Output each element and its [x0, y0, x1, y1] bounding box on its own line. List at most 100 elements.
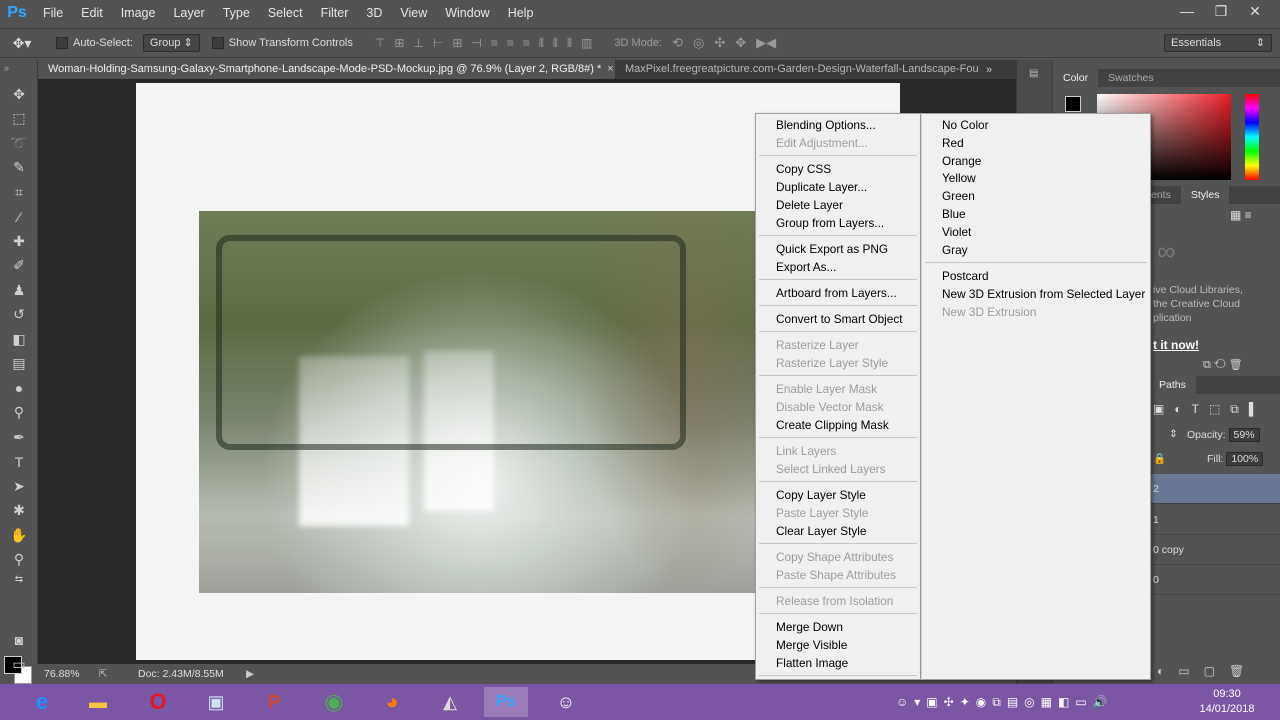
menu-item-no-color[interactable]: No Color: [942, 116, 989, 134]
internet-explorer-icon[interactable]: e: [20, 687, 64, 717]
adjustment-layer-icon[interactable]: ◐: [1157, 664, 1164, 678]
restore-icon[interactable]: ❐: [1204, 0, 1238, 22]
collapsed-panel-icon[interactable]: ▤: [1017, 60, 1052, 87]
tab-waterfall-document[interactable]: MaxPixel.freegreatpicture.com-Garden-Des…: [615, 60, 980, 79]
3d-scale-icon[interactable]: ▶◀: [756, 35, 776, 51]
swap-colors-icon[interactable]: ⇆: [0, 572, 38, 586]
tab-mockup-document[interactable]: Woman-Holding-Samsung-Galaxy-Smartphone-…: [38, 60, 615, 79]
menu-item-artboard-from-layers[interactable]: Artboard from Layers...: [776, 284, 897, 302]
tray-app-icon[interactable]: ◧: [1058, 695, 1069, 709]
menu-filter[interactable]: Filter: [312, 0, 358, 26]
gradient-tool-icon[interactable]: ▤: [0, 352, 38, 377]
align-bottom-icon[interactable]: ⊥: [413, 36, 423, 51]
chrome-icon[interactable]: ◉: [312, 687, 356, 717]
discord-icon[interactable]: ☺: [544, 687, 588, 717]
tray-wifi-icon[interactable]: ▾: [914, 695, 920, 709]
menu-item-yellow[interactable]: Yellow: [942, 169, 976, 187]
menu-item-quick-export-png[interactable]: Quick Export as PNG: [776, 240, 888, 258]
tab-paths[interactable]: Paths: [1149, 376, 1196, 394]
menu-item-create-clipping-mask[interactable]: Create Clipping Mask: [776, 416, 889, 434]
menu-edit[interactable]: Edit: [72, 0, 112, 26]
menu-layer[interactable]: Layer: [164, 0, 213, 26]
export-icon[interactable]: ⇱: [88, 668, 118, 680]
tray-volume-icon[interactable]: 🔊: [1093, 695, 1108, 709]
filter-smart-object-icon[interactable]: ⧉: [1230, 402, 1239, 417]
move-tool-preset-icon[interactable]: ✥▾: [0, 35, 44, 52]
distribute-bottom-icon[interactable]: ≡: [523, 36, 530, 51]
show-transform-checkbox[interactable]: [211, 37, 224, 49]
3d-orbit-icon[interactable]: ⟲: [672, 35, 683, 51]
distribute-left-icon[interactable]: ⫴: [539, 36, 544, 51]
zoom-tool-icon[interactable]: ⚲: [0, 548, 38, 573]
menu-item-convert-smart-object[interactable]: Convert to Smart Object: [776, 310, 903, 328]
menu-type[interactable]: Type: [214, 0, 259, 26]
menu-item-postcard[interactable]: Postcard: [942, 267, 989, 285]
tray-discord-icon[interactable]: ☺: [896, 695, 908, 709]
filter-type-icon[interactable]: T: [1192, 402, 1199, 417]
tab-color[interactable]: Color: [1053, 69, 1099, 87]
menu-item-group-from-layers[interactable]: Group from Layers...: [776, 214, 884, 232]
menu-image[interactable]: Image: [112, 0, 165, 26]
lasso-tool-icon[interactable]: ➰: [0, 131, 38, 156]
move-tool-icon[interactable]: ✥: [0, 82, 38, 107]
menu-item-violet[interactable]: Violet: [942, 223, 971, 241]
layer-row[interactable]: 0 copy: [1147, 535, 1280, 565]
file-explorer-icon[interactable]: ▬: [76, 687, 120, 717]
crop-tool-icon[interactable]: ⌗: [0, 180, 38, 205]
menu-window[interactable]: Window: [436, 0, 498, 26]
3d-pan-icon[interactable]: ✣: [714, 35, 725, 51]
new-group-icon[interactable]: ▭: [1178, 664, 1189, 678]
library-actions-icon[interactable]: ⧉ ⟲ 🗑: [1203, 358, 1243, 372]
3d-slide-icon[interactable]: ✥: [735, 35, 746, 51]
screen-mode-icon[interactable]: ▭: [0, 652, 38, 677]
pen-tool-icon[interactable]: ✒: [0, 425, 38, 450]
menu-item-new-3d-extrusion-selected[interactable]: New 3D Extrusion from Selected Layer: [942, 285, 1145, 303]
history-brush-tool-icon[interactable]: ↺: [0, 303, 38, 328]
filter-toggle-icon[interactable]: ▌: [1249, 402, 1258, 417]
auto-select-dropdown[interactable]: Group ⇕: [142, 34, 200, 52]
fill-control[interactable]: Fill: 100%: [1207, 452, 1264, 466]
photoshop-taskbar-icon[interactable]: Ps: [484, 687, 528, 717]
align-right-icon[interactable]: ⊣: [471, 36, 481, 51]
opacity-value[interactable]: 59%: [1228, 428, 1260, 442]
tab-styles[interactable]: Styles: [1180, 186, 1230, 204]
layer-row[interactable]: 1: [1147, 505, 1280, 535]
tray-chrome-icon[interactable]: ◉: [976, 695, 986, 709]
marquee-tool-icon[interactable]: ⬚: [0, 107, 38, 132]
quick-select-tool-icon[interactable]: ✎: [0, 156, 38, 181]
menu-file[interactable]: File: [34, 0, 72, 26]
menu-item-copy-layer-style[interactable]: Copy Layer Style: [776, 486, 866, 504]
align-left-icon[interactable]: ⊢: [433, 36, 443, 51]
tray-app-icon[interactable]: ✣: [944, 695, 954, 709]
eyedropper-tool-icon[interactable]: ⁄: [0, 205, 38, 230]
menu-item-green[interactable]: Green: [942, 187, 975, 205]
menu-3d[interactable]: 3D: [357, 0, 391, 26]
quick-mask-icon[interactable]: ◙: [0, 628, 38, 653]
3d-roll-icon[interactable]: ◎: [693, 35, 704, 51]
align-vcenter-icon[interactable]: ⊞: [394, 36, 404, 51]
close-icon[interactable]: ✕: [1238, 0, 1272, 22]
tab-overflow-icon[interactable]: »: [980, 64, 998, 76]
fill-value[interactable]: 100%: [1226, 452, 1264, 466]
custom-shape-tool-icon[interactable]: ✱: [0, 499, 38, 524]
menu-help[interactable]: Help: [499, 0, 543, 26]
panel-collapse-icon[interactable]: »: [0, 60, 37, 82]
grid-view-icon[interactable]: ▦ ≡: [1230, 208, 1252, 222]
healing-brush-tool-icon[interactable]: ✚: [0, 229, 38, 254]
eraser-tool-icon[interactable]: ◧: [0, 327, 38, 352]
dodge-tool-icon[interactable]: ⚲: [0, 401, 38, 426]
align-hcenter-icon[interactable]: ⊞: [452, 36, 462, 51]
menu-item-flatten-image[interactable]: Flatten Image: [776, 654, 848, 672]
tab-close-icon[interactable]: ×: [607, 63, 613, 75]
tray-app-icon[interactable]: ✦: [960, 695, 970, 709]
remote-desktop-icon[interactable]: ▣: [194, 687, 238, 717]
opacity-control[interactable]: Opacity: 59%: [1187, 428, 1260, 442]
hand-tool-icon[interactable]: ✋: [0, 523, 38, 548]
opera-icon[interactable]: O: [136, 687, 180, 717]
layer-row[interactable]: 2: [1147, 474, 1280, 504]
tab-swatches[interactable]: Swatches: [1098, 69, 1164, 87]
firefox-icon[interactable]: ◕: [370, 687, 414, 717]
menu-item-delete-layer[interactable]: Delete Layer: [776, 196, 843, 214]
delete-layer-icon[interactable]: 🗑: [1229, 664, 1244, 678]
menu-view[interactable]: View: [391, 0, 436, 26]
